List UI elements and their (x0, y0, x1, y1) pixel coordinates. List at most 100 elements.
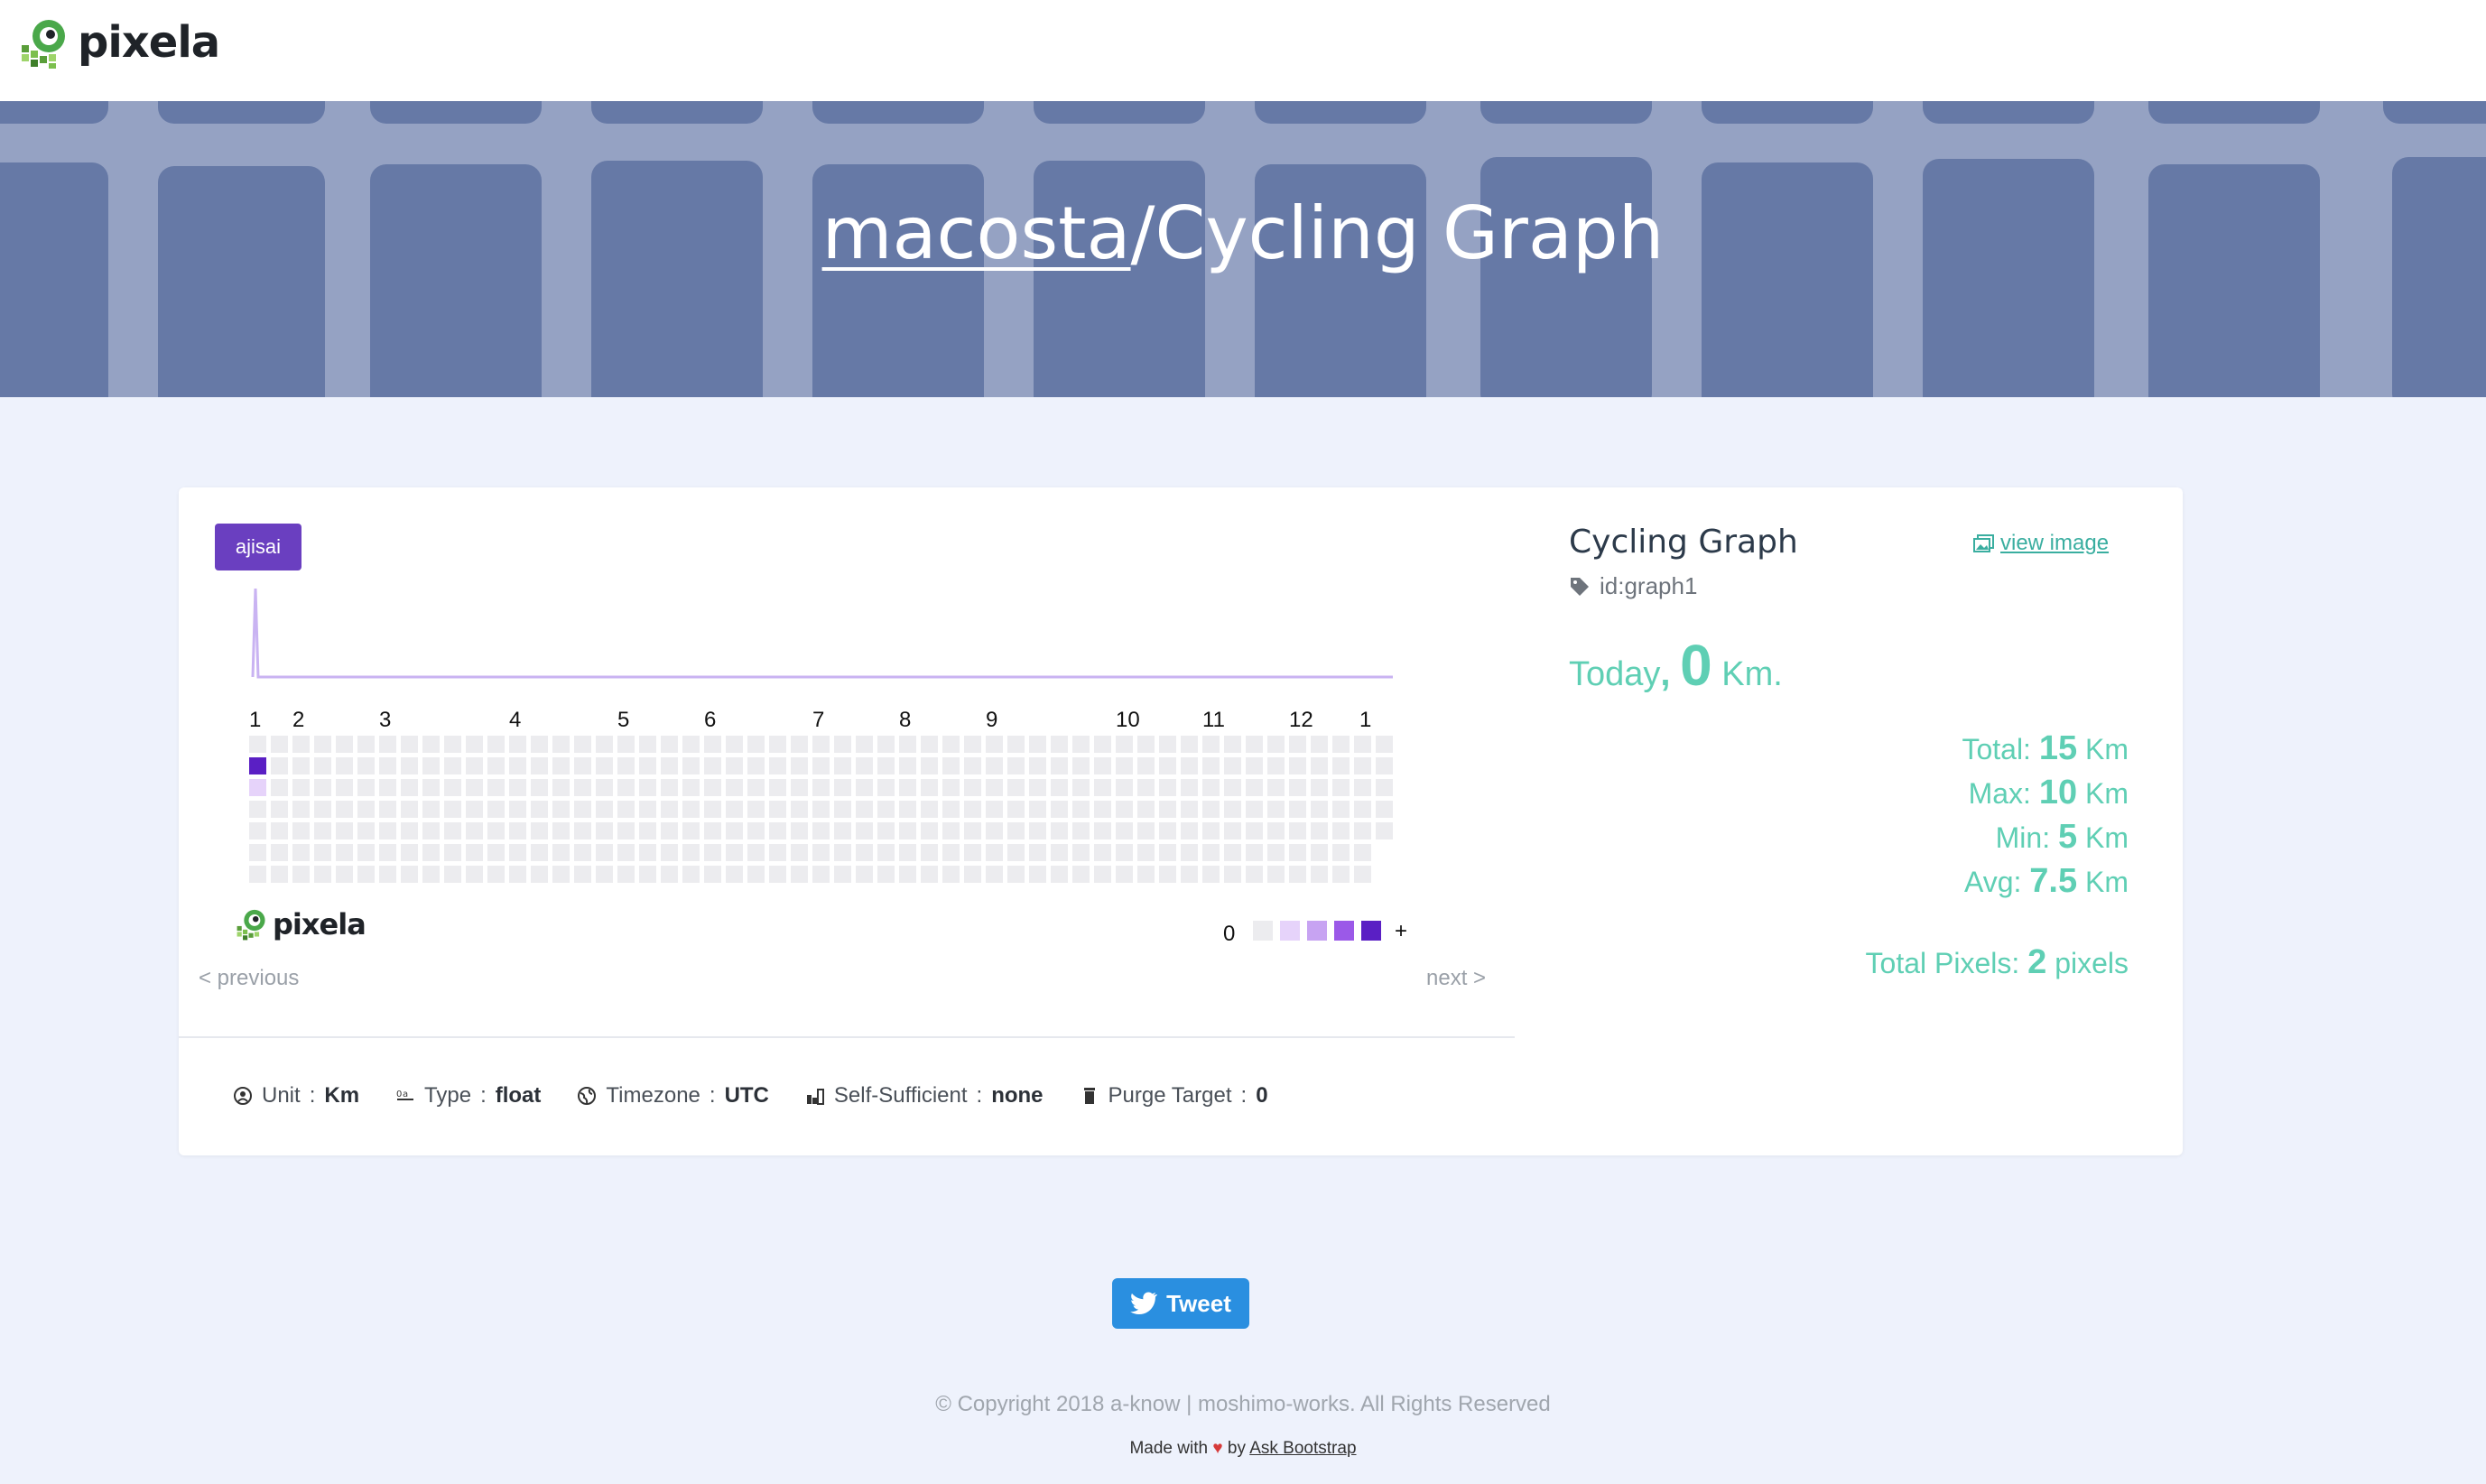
pixel-cell[interactable] (314, 801, 331, 818)
pixel-cell[interactable] (964, 801, 981, 818)
pixel-cell[interactable] (769, 779, 786, 796)
pixel-cell[interactable] (1202, 866, 1220, 883)
pixel-cell[interactable] (249, 779, 266, 796)
pixel-cell[interactable] (574, 779, 591, 796)
pixel-cell[interactable] (314, 757, 331, 774)
pixel-cell[interactable] (726, 757, 743, 774)
pixel-cell[interactable] (249, 757, 266, 774)
pixel-cell[interactable] (1051, 736, 1068, 753)
pixel-cell[interactable] (617, 736, 635, 753)
pixel-cell[interactable] (1332, 736, 1350, 753)
pixel-cell[interactable] (1332, 822, 1350, 839)
pixel-cell[interactable] (422, 757, 440, 774)
pixel-cell[interactable] (682, 779, 700, 796)
pixel-cell[interactable] (1289, 757, 1306, 774)
pixel-cell[interactable] (422, 736, 440, 753)
pixel-cell[interactable] (877, 757, 895, 774)
pixel-cell[interactable] (726, 866, 743, 883)
pixel-cell[interactable] (791, 844, 808, 861)
pixel-cell[interactable] (271, 779, 288, 796)
pixel-cell[interactable] (444, 736, 461, 753)
pixel-cell[interactable] (444, 779, 461, 796)
pixel-cell[interactable] (314, 779, 331, 796)
pixel-cell[interactable] (726, 801, 743, 818)
pixel-cell[interactable] (314, 822, 331, 839)
pixel-cell[interactable] (379, 736, 396, 753)
pixel-cell[interactable] (379, 822, 396, 839)
pixel-cell[interactable] (509, 757, 526, 774)
pixel-cell[interactable] (357, 736, 375, 753)
pixel-cell[interactable] (1181, 822, 1198, 839)
pixel-cell[interactable] (509, 736, 526, 753)
pixel-cell[interactable] (834, 844, 851, 861)
pixel-cell[interactable] (1332, 866, 1350, 883)
pixel-cell[interactable] (899, 801, 916, 818)
pixel-cell[interactable] (617, 866, 635, 883)
pixel-cell[interactable] (1311, 822, 1328, 839)
pixel-cell[interactable] (769, 822, 786, 839)
pixel-cell[interactable] (877, 779, 895, 796)
pixel-cell[interactable] (1007, 779, 1025, 796)
pixel-cell[interactable] (769, 757, 786, 774)
pixel-cell[interactable] (899, 866, 916, 883)
pixel-cell[interactable] (1246, 844, 1263, 861)
pixel-cell[interactable] (531, 801, 548, 818)
pixel-cell[interactable] (466, 779, 483, 796)
pixel-cell[interactable] (704, 822, 721, 839)
pixel-cell[interactable] (466, 866, 483, 883)
pixel-cell[interactable] (271, 801, 288, 818)
pixel-cell[interactable] (509, 801, 526, 818)
pixel-cell[interactable] (487, 757, 505, 774)
pixel-cell[interactable] (249, 866, 266, 883)
pixel-cell[interactable] (1376, 757, 1393, 774)
pixel-cell[interactable] (466, 757, 483, 774)
pixel-cell[interactable] (834, 801, 851, 818)
pixel-cell[interactable] (531, 757, 548, 774)
pixel-cell[interactable] (466, 736, 483, 753)
pixel-cell[interactable] (379, 757, 396, 774)
pixel-cell[interactable] (1137, 801, 1155, 818)
pixel-cell[interactable] (769, 801, 786, 818)
pixel-cell[interactable] (899, 822, 916, 839)
pixel-cell[interactable] (574, 757, 591, 774)
pixel-cell[interactable] (487, 844, 505, 861)
pixel-cell[interactable] (1202, 757, 1220, 774)
pixel-cell[interactable] (1029, 844, 1046, 861)
pixel-cell[interactable] (1332, 801, 1350, 818)
pixel-cell[interactable] (444, 801, 461, 818)
pixel-cell[interactable] (1181, 757, 1198, 774)
pixel-cell[interactable] (1007, 844, 1025, 861)
pixel-cell[interactable] (1116, 801, 1133, 818)
pixel-cell[interactable] (1246, 801, 1263, 818)
pixel-cell[interactable] (1159, 757, 1176, 774)
pixel-cell[interactable] (942, 736, 960, 753)
pixel-cell[interactable] (1159, 736, 1176, 753)
pixel-cell[interactable] (1202, 822, 1220, 839)
pixel-cell[interactable] (834, 866, 851, 883)
pixel-cell[interactable] (1029, 866, 1046, 883)
pixel-cell[interactable] (964, 779, 981, 796)
pixel-cell[interactable] (812, 779, 830, 796)
pixel-cell[interactable] (617, 779, 635, 796)
pixel-cell[interactable] (1289, 866, 1306, 883)
pixel-cell[interactable] (466, 801, 483, 818)
pixel-cell[interactable] (639, 844, 656, 861)
pixel-cell[interactable] (1289, 801, 1306, 818)
pixel-cell[interactable] (487, 779, 505, 796)
pixel-cell[interactable] (682, 801, 700, 818)
pixel-cell[interactable] (1072, 757, 1090, 774)
pixel-cell[interactable] (1354, 801, 1371, 818)
pixel-cell[interactable] (747, 779, 765, 796)
pixel-cell[interactable] (1267, 736, 1285, 753)
pixel-cell[interactable] (552, 736, 570, 753)
pixel-cell[interactable] (422, 844, 440, 861)
pixel-cell[interactable] (1224, 736, 1241, 753)
pixel-cell[interactable] (791, 822, 808, 839)
view-image-link[interactable]: view image (1973, 531, 2109, 556)
pixel-cell[interactable] (1246, 866, 1263, 883)
pixel-cell[interactable] (1007, 822, 1025, 839)
pixel-cell[interactable] (249, 844, 266, 861)
pixel-cell[interactable] (1202, 779, 1220, 796)
pixel-cell[interactable] (986, 801, 1003, 818)
pixel-cell[interactable] (1224, 779, 1241, 796)
